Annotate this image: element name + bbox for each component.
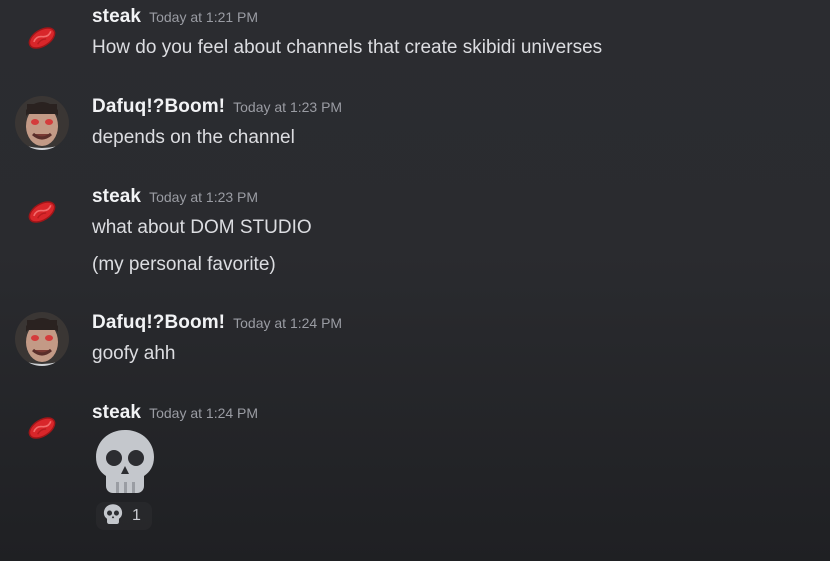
message-text: (my personal favorite) — [92, 254, 276, 275]
message-text: depends on the channel — [92, 127, 295, 148]
steak-icon[interactable] — [24, 20, 60, 56]
chat-message-list: steak Today at 1:21 PM How do you feel ab… — [0, 0, 830, 561]
username[interactable]: Dafuq!?Boom! — [92, 312, 225, 333]
skibidi-toilet-face-avatar[interactable] — [15, 96, 69, 150]
timestamp[interactable]: Today at 1:23 PM — [233, 99, 342, 115]
timestamp[interactable]: Today at 1:23 PM — [149, 189, 258, 205]
message-header: Dafuq!?Boom! Today at 1:24 PM — [92, 312, 342, 334]
message-text: goofy ahh — [92, 343, 176, 364]
skibidi-toilet-face-avatar[interactable] — [15, 312, 69, 366]
timestamp[interactable]: Today at 1:24 PM — [149, 405, 258, 421]
username[interactable]: steak — [92, 402, 141, 423]
username[interactable]: steak — [92, 6, 141, 27]
timestamp[interactable]: Today at 1:24 PM — [233, 315, 342, 331]
message-header: steak Today at 1:23 PM — [92, 186, 258, 208]
message-header: steak Today at 1:21 PM — [92, 6, 258, 28]
message-header: steak Today at 1:24 PM — [92, 402, 258, 424]
message-header: Dafuq!?Boom! Today at 1:23 PM — [92, 96, 342, 118]
message-text: How do you feel about channels that crea… — [92, 37, 603, 58]
username[interactable]: Dafuq!?Boom! — [92, 96, 225, 117]
steak-icon[interactable] — [24, 194, 60, 230]
skull-emoji[interactable] — [92, 426, 158, 496]
message-text: what about DOM STUDIO — [92, 217, 312, 238]
skull-icon — [102, 503, 124, 530]
reaction-count: 1 — [132, 507, 141, 524]
timestamp[interactable]: Today at 1:21 PM — [149, 9, 258, 25]
steak-icon[interactable] — [24, 410, 60, 446]
username[interactable]: steak — [92, 186, 141, 207]
reaction-button[interactable]: 1 — [96, 502, 152, 530]
